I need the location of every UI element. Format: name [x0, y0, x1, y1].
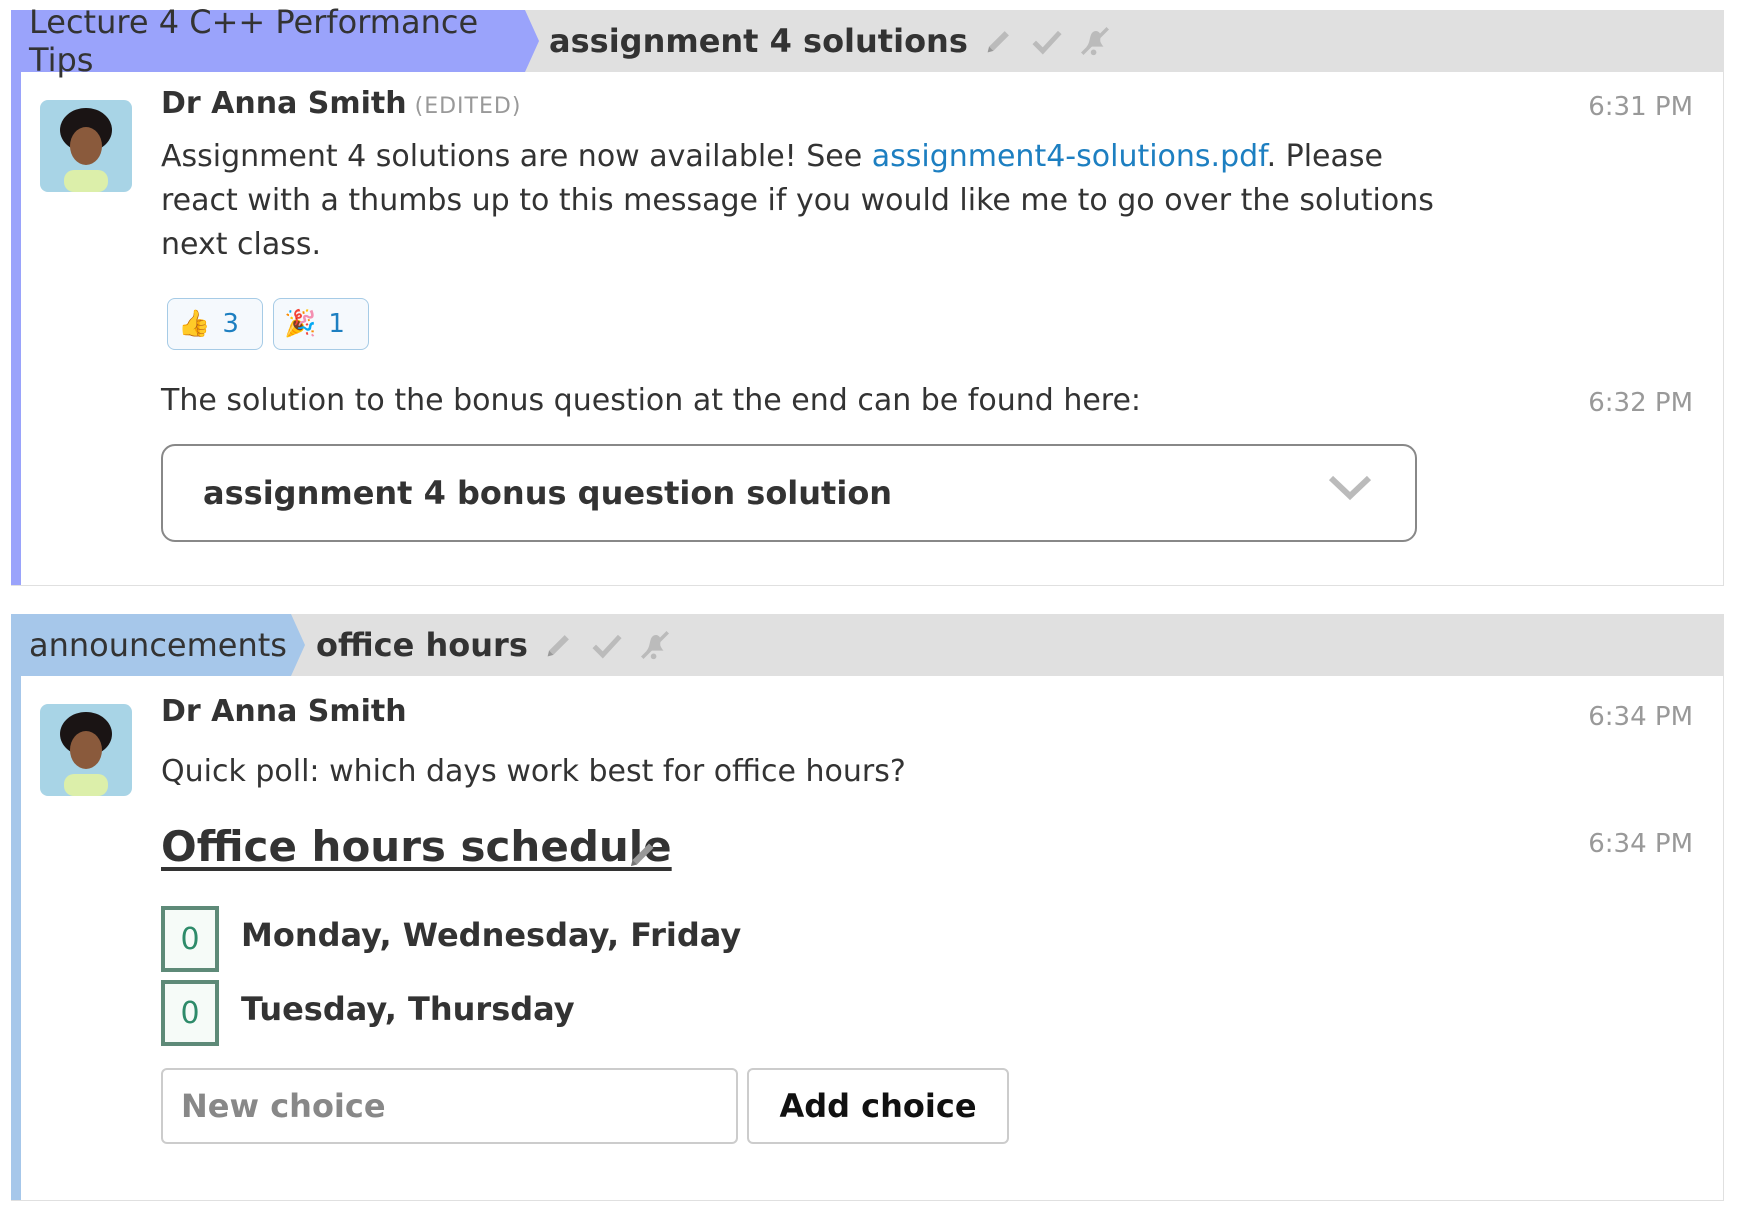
stream-color-bar	[11, 10, 21, 585]
mute-bell-icon[interactable]	[638, 628, 672, 662]
reaction-count: 1	[328, 309, 345, 339]
checkmark-icon[interactable]	[1030, 24, 1064, 58]
pencil-icon[interactable]	[982, 24, 1016, 58]
thumbs-up-icon: 👍	[178, 309, 211, 339]
add-choice-button[interactable]: Add choice	[747, 1068, 1009, 1144]
poll-option-label: Monday, Wednesday, Friday	[241, 916, 742, 954]
mute-bell-icon[interactable]	[1078, 24, 1112, 58]
timestamp[interactable]: 6:34 PM	[1588, 702, 1693, 732]
stream-name: Lecture 4 C++ Performance Tips	[29, 3, 479, 79]
topic-name[interactable]: office hours	[316, 614, 672, 676]
message-content: The solution to the bonus question at th…	[161, 383, 1142, 418]
edited-label: (EDITED)	[414, 94, 522, 119]
reaction-count: 3	[222, 309, 239, 339]
new-choice-input[interactable]	[161, 1068, 738, 1144]
timestamp[interactable]: 6:32 PM	[1588, 388, 1693, 418]
stream-name-tag[interactable]: announcements	[11, 614, 305, 676]
pencil-icon[interactable]	[542, 628, 576, 662]
spoiler-header: assignment 4 bonus question solution	[203, 474, 893, 512]
vote-button[interactable]: 0	[161, 906, 219, 972]
spoiler-block[interactable]: assignment 4 bonus question solution	[161, 444, 1417, 542]
recipient-bar: announcements office hours	[11, 614, 1723, 676]
avatar-image	[40, 100, 132, 192]
message-group-announcements: announcements office hours Dr Anna Smith…	[11, 614, 1724, 1201]
avatar-image	[40, 704, 132, 796]
chevron-down-icon[interactable]	[1327, 472, 1373, 502]
timestamp[interactable]: 6:34 PM	[1588, 829, 1693, 859]
message-content: Quick poll: which days work best for off…	[161, 754, 906, 789]
avatar[interactable]	[40, 704, 132, 796]
stream-name: announcements	[29, 626, 287, 664]
attachment-link[interactable]: assignment4-solutions.pdf	[872, 139, 1267, 174]
vote-button[interactable]: 0	[161, 980, 219, 1046]
timestamp[interactable]: 6:31 PM	[1588, 92, 1693, 122]
message-content: Assignment 4 solutions are now available…	[161, 139, 1434, 262]
party-popper-icon: 🎉	[284, 309, 317, 339]
pencil-icon[interactable]	[625, 836, 661, 872]
recipient-bar: Lecture 4 C++ Performance Tips assignmen…	[11, 3, 1723, 79]
topic-name[interactable]: assignment 4 solutions	[549, 10, 1112, 72]
avatar[interactable]	[40, 100, 132, 192]
checkmark-icon[interactable]	[590, 628, 624, 662]
sender-name[interactable]: Dr Anna Smith (EDITED)	[161, 86, 521, 121]
poll-option-label: Tuesday, Thursday	[241, 990, 575, 1028]
poll-title: Office hours schedule	[161, 822, 672, 871]
reaction-thumbs-up[interactable]: 👍 3	[167, 298, 263, 350]
reaction-party[interactable]: 🎉 1	[273, 298, 369, 350]
sender-name[interactable]: Dr Anna Smith	[161, 694, 407, 729]
stream-color-bar	[11, 614, 21, 1200]
stream-name-tag[interactable]: Lecture 4 C++ Performance Tips	[11, 3, 539, 79]
message-group-lecture4: Lecture 4 C++ Performance Tips assignmen…	[11, 3, 1724, 586]
